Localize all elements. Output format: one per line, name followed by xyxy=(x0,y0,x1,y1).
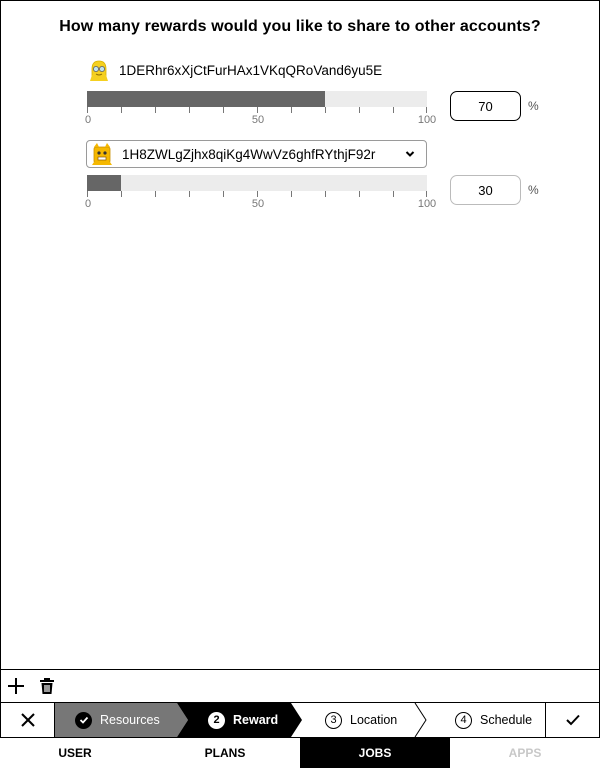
step-location-label: Location xyxy=(350,713,398,727)
slider-tick xyxy=(189,107,190,113)
percent-input-1[interactable]: 70 xyxy=(450,91,521,121)
reward-slider-2-ticks xyxy=(87,191,427,197)
trash-icon[interactable] xyxy=(38,677,56,695)
account-2-select[interactable]: 1H8ZWLgZjhx8qiKg4WwVz6ghfRYthjF92r xyxy=(86,140,427,168)
slider-tick xyxy=(155,191,156,197)
close-button[interactable] xyxy=(1,703,55,737)
slider-tick xyxy=(426,107,427,113)
tab-apps: APPS xyxy=(508,746,542,760)
step-schedule[interactable]: 4 Schedule xyxy=(455,703,532,737)
reward-slider-1-fill xyxy=(87,91,325,107)
tab-user[interactable]: USER xyxy=(0,738,150,768)
percent-input-2[interactable]: 30 xyxy=(450,175,521,205)
scale-min-label: 0 xyxy=(84,198,92,210)
slider-tick xyxy=(121,107,122,113)
step-schedule-number: 4 xyxy=(455,711,472,729)
yellow-monster-icon xyxy=(92,143,112,165)
chevron-down-icon xyxy=(405,151,415,157)
reward-slider-2-fill xyxy=(87,175,121,191)
plus-icon[interactable] xyxy=(7,677,25,695)
slider-tick xyxy=(189,191,190,197)
slider-tick xyxy=(393,107,394,113)
slider-tick xyxy=(325,191,326,197)
account-1-address: 1DERhr6xXjCtFurHAx1VKqQRoVand6yu5E xyxy=(119,62,383,78)
scale-mid-label: 50 xyxy=(251,198,265,210)
slider-tick xyxy=(393,191,394,197)
slider-tick xyxy=(359,107,360,113)
reward-slider-1[interactable] xyxy=(87,91,427,107)
slider-tick xyxy=(257,191,258,197)
page-title: How many rewards would you like to share… xyxy=(59,18,541,35)
bottom-tabs: USER PLANS JOBS APPS xyxy=(0,738,600,768)
check-icon xyxy=(565,714,580,726)
reward-slider-2[interactable] xyxy=(87,175,427,191)
close-icon xyxy=(20,713,35,727)
step-reward[interactable]: 2 Reward xyxy=(208,703,278,737)
scale-max-label: 100 xyxy=(417,114,437,126)
confirm-button[interactable] xyxy=(545,703,599,737)
step-schedule-label: Schedule xyxy=(480,713,533,727)
bottom-toolbar xyxy=(0,669,600,702)
step-location-number: 3 xyxy=(325,711,342,729)
percent-sign-2: % xyxy=(528,183,539,197)
step-reward-label: Reward xyxy=(233,713,279,727)
yellow-face-glasses-icon xyxy=(90,60,108,81)
step-reward-number: 2 xyxy=(208,711,225,729)
slider-tick xyxy=(223,107,224,113)
slider-tick xyxy=(426,191,427,197)
slider-tick xyxy=(223,191,224,197)
slider-tick xyxy=(121,191,122,197)
slider-tick xyxy=(87,107,88,113)
account-2-address: 1H8ZWLgZjhx8qiKg4WwVz6ghfRYthjF92r xyxy=(122,146,376,162)
slider-tick xyxy=(359,191,360,197)
step-resources[interactable]: Resources xyxy=(75,703,160,737)
slider-tick xyxy=(257,107,258,113)
percent-sign-1: % xyxy=(528,99,539,113)
slider-tick xyxy=(291,191,292,197)
scale-min-label: 0 xyxy=(84,114,92,126)
reward-slider-1-ticks xyxy=(87,107,427,113)
slider-tick xyxy=(87,191,88,197)
percent-input-1-value: 70 xyxy=(478,98,493,114)
account-1: 1DERhr6xXjCtFurHAx1VKqQRoVand6yu5E xyxy=(88,58,382,82)
wizard-stepper: Resources 2 Reward 3 Location 4 Schedule xyxy=(0,702,600,738)
percent-input-2-value: 30 xyxy=(478,182,493,198)
step-resources-label: Resources xyxy=(100,713,160,727)
slider-tick xyxy=(325,107,326,113)
slider-tick xyxy=(291,107,292,113)
check-circle-icon xyxy=(75,711,92,729)
scale-mid-label: 50 xyxy=(251,114,265,126)
scale-max-label: 100 xyxy=(417,198,437,210)
step-location[interactable]: 3 Location xyxy=(325,703,397,737)
tab-jobs[interactable]: JOBS xyxy=(300,738,450,768)
slider-tick xyxy=(155,107,156,113)
tab-plans[interactable]: PLANS xyxy=(150,738,300,768)
